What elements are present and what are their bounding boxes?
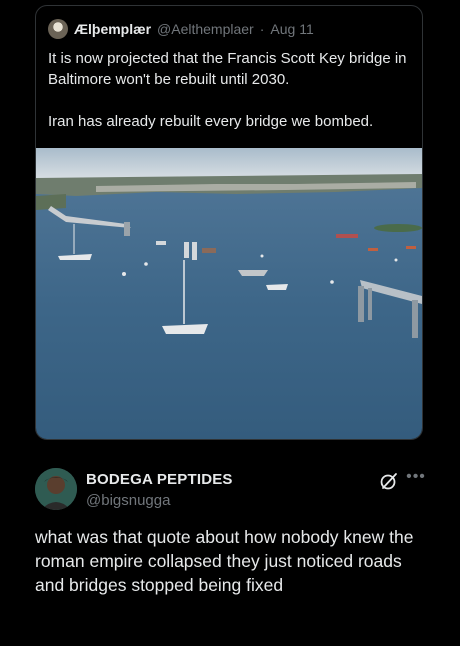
bridge-collapse-photo[interactable]	[36, 148, 422, 440]
quoted-post-header: Ælþemplær @Aelthemplaer · Aug 11	[48, 18, 314, 40]
quoted-post-date[interactable]: Aug 11	[270, 21, 313, 37]
quoted-author-handle[interactable]: @Aelthemplaer	[157, 21, 254, 37]
avatar-image	[35, 468, 77, 510]
reply-author-handle[interactable]: @bigsnugga	[86, 492, 170, 509]
more-icon[interactable]: •••	[405, 468, 427, 488]
reply-author-avatar[interactable]	[35, 468, 77, 510]
quoted-author-avatar[interactable]	[48, 19, 68, 39]
quoted-post-paragraph: Iran has already rebuilt every bridge we…	[48, 113, 374, 130]
reply-text: what was that quote about how nobody kne…	[35, 527, 414, 595]
quoted-post-text: It is now projected that the Francis Sco…	[48, 48, 412, 132]
quoted-post-paragraph: It is now projected that the Francis Sco…	[48, 50, 407, 88]
grok-icon[interactable]	[379, 471, 399, 491]
separator-dot: ·	[259, 21, 265, 37]
quoted-post-card[interactable]: Ælþemplær @Aelthemplaer · Aug 11 It is n…	[35, 5, 423, 440]
quoted-author-name[interactable]: Ælþemplær	[74, 21, 151, 37]
reply-author-name[interactable]: BODEGA PEPTIDES	[86, 471, 233, 488]
reply-post[interactable]: BODEGA PEPTIDES @bigsnugga ••• what was …	[0, 460, 460, 610]
